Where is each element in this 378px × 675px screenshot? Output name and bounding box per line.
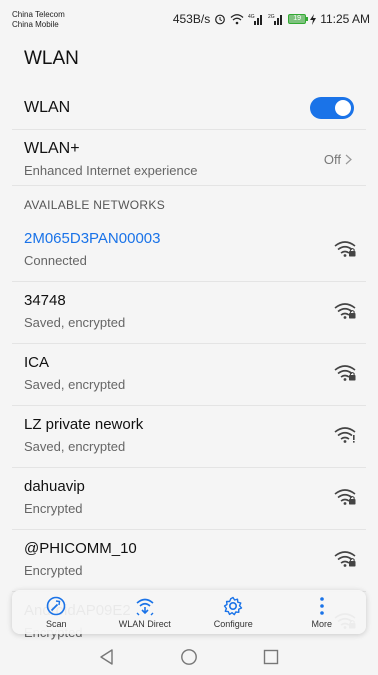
network-status: Encrypted bbox=[24, 563, 83, 578]
battery-icon: 19 bbox=[288, 14, 309, 24]
wifi-status-icon bbox=[230, 13, 244, 25]
charging-icon bbox=[310, 13, 317, 25]
network-item[interactable]: 2M065D3PAN00003 Connected bbox=[12, 220, 366, 282]
wifi-signal-locked-icon bbox=[334, 364, 356, 382]
wlan-direct-icon bbox=[136, 598, 154, 616]
recents-square-icon bbox=[263, 649, 279, 665]
network-name: dahuavip bbox=[24, 478, 85, 495]
wlan-plus-value-text: Off bbox=[323, 152, 341, 167]
wifi-signal-locked-icon bbox=[334, 302, 356, 320]
more-vertical-icon bbox=[319, 597, 324, 615]
signal-4g-icon: 4G bbox=[248, 13, 264, 25]
network-name: LZ private nework bbox=[24, 416, 144, 433]
carrier-2: China Mobile bbox=[12, 20, 59, 29]
network-item[interactable]: dahuavip Encrypted bbox=[12, 468, 366, 530]
alarm-icon bbox=[214, 13, 226, 25]
network-speed: 453B/s bbox=[172, 12, 211, 26]
network-item[interactable]: @PHICOMM_10 Encrypted bbox=[12, 530, 366, 592]
wlan-plus-description: Enhanced Internet experience bbox=[24, 163, 198, 178]
wlan-toggle-row[interactable]: WLAN bbox=[12, 86, 366, 130]
network-item[interactable]: LZ private nework Saved, encrypted bbox=[12, 406, 366, 468]
toggle-knob bbox=[335, 100, 351, 116]
wlan-direct-label: WLAN Direct bbox=[118, 619, 171, 629]
configure-button[interactable]: Configure bbox=[193, 595, 273, 629]
scan-button[interactable]: Scan bbox=[16, 595, 96, 629]
network-item[interactable]: 34748 Saved, encrypted bbox=[12, 282, 366, 344]
status-icons: 453B/s 4G 2G 19 11:25 AM bbox=[173, 12, 370, 26]
wifi-signal-locked-icon bbox=[334, 240, 356, 258]
carrier-info: China Telecom China Mobile bbox=[12, 10, 65, 30]
scan-label: Scan bbox=[45, 619, 67, 629]
page-title: WLAN bbox=[0, 34, 378, 86]
status-bar: China Telecom China Mobile 453B/s 4G 2G … bbox=[0, 0, 378, 34]
network-name: @PHICOMM_10 bbox=[24, 540, 137, 557]
clock: 11:25 AM bbox=[320, 12, 370, 26]
signal-2g-icon: 2G bbox=[268, 13, 284, 25]
svg-text:2G: 2G bbox=[268, 14, 275, 20]
available-networks-header: AVAILABLE NETWORKS bbox=[24, 198, 165, 212]
svg-text:4G: 4G bbox=[248, 14, 255, 20]
wlan-direct-button[interactable]: WLAN Direct bbox=[105, 595, 185, 629]
network-name: 2M065D3PAN00003 bbox=[24, 230, 161, 247]
wlan-plus-label: WLAN+ bbox=[24, 140, 80, 157]
back-button[interactable] bbox=[98, 648, 116, 671]
network-name: 34748 bbox=[24, 292, 66, 309]
network-status: Saved, encrypted bbox=[24, 377, 126, 392]
recents-button[interactable] bbox=[262, 648, 280, 671]
back-triangle-icon bbox=[100, 649, 113, 665]
wlan-plus-value: Off bbox=[324, 152, 352, 167]
configure-label: Configure bbox=[213, 619, 253, 629]
network-status: Encrypted bbox=[24, 501, 83, 516]
wifi-signal-locked-icon bbox=[334, 488, 356, 506]
wlan-toggle[interactable] bbox=[310, 97, 354, 119]
network-status: Connected bbox=[24, 253, 87, 268]
wifi-signal-icon bbox=[334, 426, 356, 444]
settings-content: WLAN WLAN+ Enhanced Internet experience … bbox=[0, 86, 378, 654]
more-button[interactable]: More bbox=[282, 595, 362, 629]
wlan-label: WLAN bbox=[24, 98, 71, 116]
chevron-right-icon bbox=[345, 154, 352, 165]
navigation-bar bbox=[0, 644, 378, 675]
home-circle-icon bbox=[181, 649, 197, 665]
network-item[interactable]: ICA Saved, encrypted bbox=[12, 344, 366, 406]
network-list: 2M065D3PAN00003 Connected 34748 Saved, encr… bbox=[0, 220, 378, 654]
network-status: Saved, encrypted bbox=[24, 315, 126, 330]
wlan-plus-row[interactable]: WLAN+ Enhanced Internet experience Off bbox=[12, 130, 366, 186]
network-status: Saved, encrypted bbox=[24, 439, 126, 454]
home-button[interactable] bbox=[180, 648, 198, 671]
network-name: ICA bbox=[24, 354, 50, 371]
carrier-1: China Telecom bbox=[12, 10, 65, 19]
wifi-signal-locked-icon bbox=[334, 550, 356, 568]
bottom-toolbar: Scan WLAN Direct Configure More bbox=[12, 590, 366, 634]
gear-icon bbox=[224, 596, 243, 616]
scan-icon bbox=[46, 596, 66, 616]
more-label: More bbox=[311, 619, 332, 629]
